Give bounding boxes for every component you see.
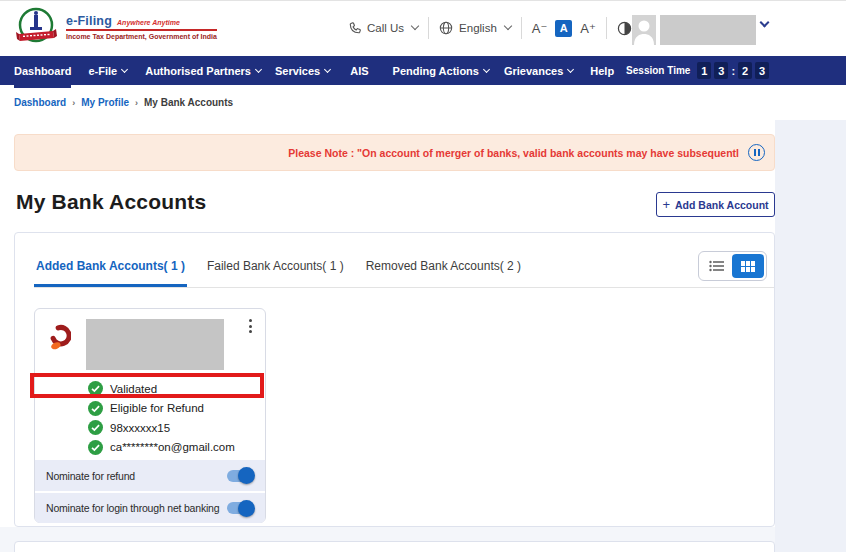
active-nav-indicator — [14, 85, 71, 88]
status-row-email: ca********on@gmail.com — [88, 438, 235, 458]
list-icon — [709, 260, 725, 272]
add-bank-account-button[interactable]: + Add Bank Account — [656, 192, 775, 217]
nominate-netbanking-row: Nominate for login through net banking — [35, 493, 265, 523]
chevron-down-icon — [121, 66, 128, 73]
top-header: e-Filing Anywhere Anytime Income Tax Dep… — [0, 0, 846, 56]
user-avatar — [632, 15, 656, 45]
notice-banner: Please Note : "On account of merger of b… — [14, 134, 775, 171]
chevron-down-icon — [324, 66, 331, 73]
bank-logo-icon — [49, 324, 71, 355]
chevron-down-icon — [483, 66, 490, 73]
session-timer: Session Time 1 3 : 2 3 — [614, 62, 769, 79]
nominate-netbanking-toggle[interactable] — [227, 502, 253, 514]
breadcrumb-dashboard[interactable]: Dashboard — [14, 97, 66, 108]
chevron-down-icon — [760, 18, 770, 28]
chevron-down-icon — [411, 22, 419, 30]
session-colon: : — [731, 65, 735, 77]
next-section-panel — [14, 541, 775, 552]
nav-item-grievances[interactable]: Grievances — [504, 65, 573, 77]
divider — [521, 17, 522, 39]
nav-item-authorised-partners[interactable]: Authorised Partners — [145, 65, 261, 77]
session-digit: 2 — [738, 62, 752, 79]
view-toggle — [698, 251, 767, 281]
grid-icon — [741, 261, 755, 272]
tabs-row: Added Bank Accounts( 1 ) Failed Bank Acc… — [34, 253, 774, 288]
chevron-down-icon — [255, 66, 262, 73]
list-view-button[interactable] — [701, 254, 732, 278]
user-menu[interactable] — [632, 15, 768, 45]
brand-department: Income Tax Department, Government of Ind… — [66, 33, 217, 40]
breadcrumb-my-profile[interactable]: My Profile — [81, 97, 129, 108]
brand-logo: e-Filing Anywhere Anytime Income Tax Dep… — [14, 5, 217, 49]
chevron-down-icon — [504, 22, 512, 30]
nav-item-services[interactable]: Services — [275, 65, 330, 77]
breadcrumb-current: My Bank Accounts — [144, 97, 233, 108]
divider — [428, 17, 429, 39]
nav-item-ais[interactable]: AIS — [350, 65, 368, 77]
check-circle-icon — [88, 440, 103, 455]
user-name-redacted — [660, 15, 756, 45]
window-top-border — [0, 0, 846, 1]
chevron-down-icon — [567, 66, 574, 73]
status-row-mobile: 98xxxxxx15 — [88, 418, 235, 438]
call-us-menu[interactable]: Call Us — [348, 22, 418, 35]
check-circle-icon — [88, 401, 103, 416]
plus-icon: + — [662, 197, 670, 212]
nav-item-dashboard[interactable]: Dashboard — [14, 65, 71, 77]
language-menu[interactable]: English — [439, 21, 511, 35]
pause-marquee-button[interactable] — [748, 144, 765, 161]
session-digit: 1 — [697, 62, 711, 79]
font-default-button[interactable]: A — [555, 20, 572, 37]
phone-icon — [348, 22, 361, 35]
tab-added-bank-accounts[interactable]: Added Bank Accounts( 1 ) — [34, 253, 187, 287]
session-digit: 3 — [755, 62, 769, 79]
breadcrumb-separator: › — [72, 98, 75, 108]
check-circle-icon — [88, 420, 103, 435]
bank-accounts-panel: Added Bank Accounts( 1 ) Failed Bank Acc… — [14, 232, 775, 527]
main-navbar: Dashboard e-File Authorised Partners Ser… — [0, 56, 846, 85]
validated-highlight-annotation — [30, 373, 264, 398]
tab-removed-bank-accounts[interactable]: Removed Bank Accounts( 2 ) — [364, 253, 523, 287]
font-decrease-button[interactable]: A⁻ — [532, 21, 548, 36]
grid-view-button[interactable] — [732, 254, 764, 278]
kebab-menu[interactable] — [242, 316, 258, 336]
divider — [606, 17, 607, 39]
language-label: English — [459, 22, 497, 34]
nominate-refund-toggle[interactable] — [227, 470, 253, 482]
font-increase-button[interactable]: A⁺ — [580, 21, 596, 36]
breadcrumb-separator: › — [135, 98, 138, 108]
tab-failed-bank-accounts[interactable]: Failed Bank Accounts( 1 ) — [205, 253, 346, 287]
brand-tagline: Anywhere Anytime — [117, 19, 180, 26]
notice-text: Please Note : "On account of merger of b… — [288, 147, 739, 159]
nav-item-efile[interactable]: e-File — [88, 65, 127, 77]
contrast-toggle-icon[interactable] — [617, 21, 632, 36]
page-title: My Bank Accounts — [16, 190, 206, 214]
nominate-refund-row: Nominate for refund — [35, 460, 265, 491]
call-us-label: Call Us — [367, 22, 404, 34]
status-row-refund-eligible: Eligible for Refund — [88, 399, 235, 419]
page-background — [775, 120, 846, 552]
bank-account-card: Validated Eligible for Refund 98xxxxxx15… — [34, 308, 266, 523]
nav-item-pending-actions[interactable]: Pending Actions — [393, 65, 489, 77]
nav-item-help[interactable]: Help — [590, 65, 614, 77]
breadcrumb: Dashboard › My Profile › My Bank Account… — [0, 85, 846, 120]
efiling-wordmark: e-Filing — [66, 14, 112, 28]
session-digit: 3 — [714, 62, 728, 79]
income-tax-emblem-logo — [14, 5, 58, 49]
globe-icon — [439, 21, 453, 35]
session-time-label: Session Time — [626, 65, 690, 76]
bank-name-redacted — [86, 319, 224, 370]
